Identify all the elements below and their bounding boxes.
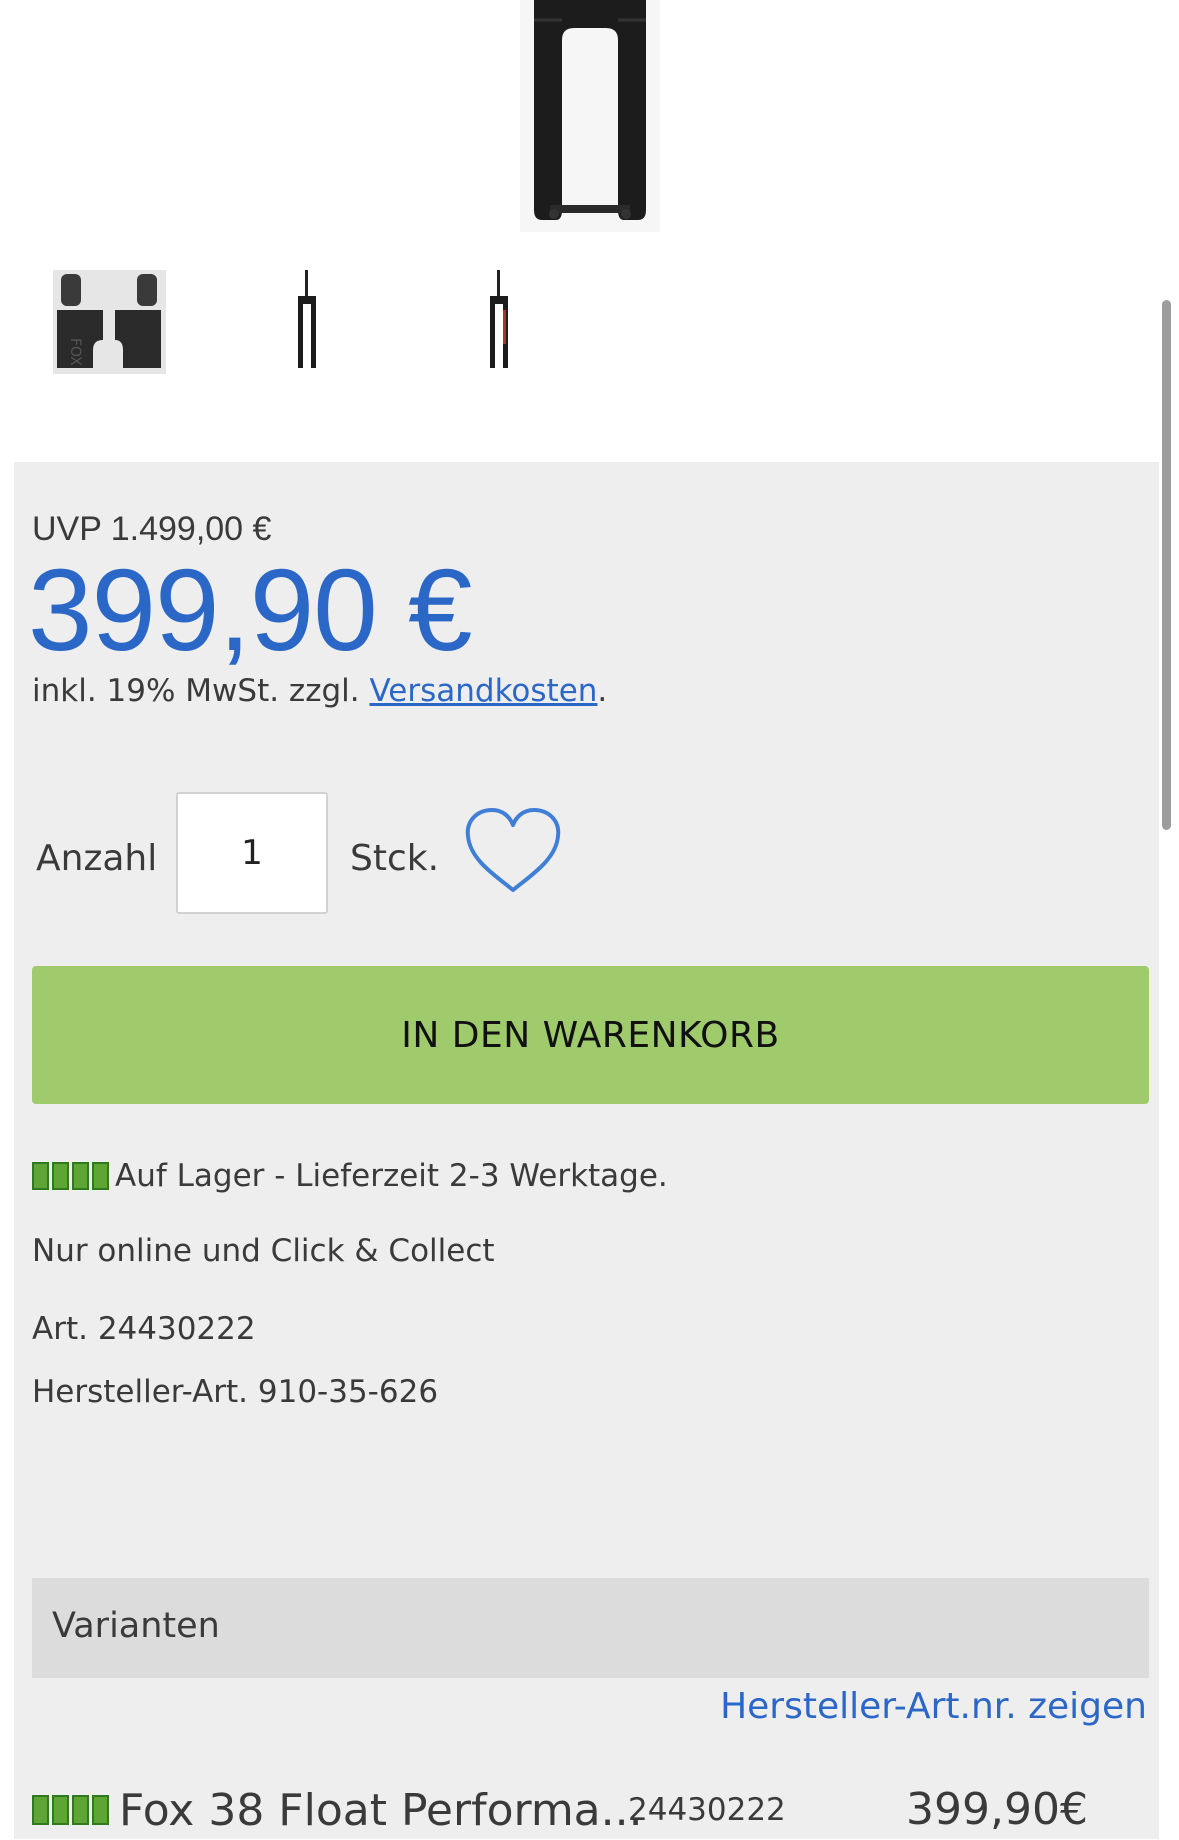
show-manufacturer-article-link[interactable]: Hersteller-Art.nr. zeigen <box>720 1686 1147 1727</box>
product-gallery: FOX <box>0 0 1179 462</box>
quantity-input[interactable] <box>176 792 328 914</box>
scrollbar[interactable] <box>1162 300 1171 830</box>
stock-status: Auf Lager - Lieferzeit 2-3 Werktage. <box>32 1158 668 1194</box>
suspension-fork-image[interactable] <box>520 0 660 232</box>
manufacturer-article-number: Hersteller-Art. 910-35-626 <box>32 1374 439 1410</box>
stock-bar <box>92 1795 109 1825</box>
uvp-price: UVP 1.499,00 € <box>32 510 272 548</box>
quantity-unit: Stck. <box>350 838 440 879</box>
heart-icon[interactable] <box>462 806 564 896</box>
stock-text: Auf Lager - Lieferzeit 2-3 Werktage. <box>115 1158 668 1194</box>
variant-article: 24430222 <box>628 1792 786 1828</box>
thumbnail-fork-red-accent[interactable] <box>484 270 514 374</box>
stock-bar <box>52 1795 69 1825</box>
shipping-cost-link[interactable]: Versandkosten <box>369 673 597 709</box>
thumbnail-decal-set[interactable]: FOX <box>53 270 166 374</box>
stock-bar <box>72 1162 89 1190</box>
stock-bar <box>92 1162 109 1190</box>
thumbnail-fork-black[interactable] <box>292 270 322 374</box>
stock-bar <box>32 1162 49 1190</box>
variant-stock-indicator <box>32 1795 109 1825</box>
stock-level-indicator <box>32 1162 109 1190</box>
article-number: Art. 24430222 <box>32 1311 256 1347</box>
add-to-cart-button[interactable]: IN DEN WARENKORB <box>32 966 1149 1104</box>
svg-text:FOX: FOX <box>67 338 83 366</box>
tax-info: inkl. 19% MwSt. zzgl. Versandkosten. <box>32 673 607 709</box>
quantity-label: Anzahl <box>36 838 158 879</box>
variant-row[interactable]: Fox 38 Float Performa... 24430222 399,90… <box>32 1780 1149 1840</box>
variants-title: Varianten <box>52 1606 220 1646</box>
stock-bar <box>72 1795 89 1825</box>
product-price: 399,90 € <box>28 545 473 675</box>
tax-text: inkl. 19% MwSt. zzgl. <box>32 673 370 709</box>
tax-suffix: . <box>597 673 608 709</box>
channel-info: Nur online und Click & Collect <box>32 1233 495 1269</box>
variant-name: Fox 38 Float Performa... <box>119 1784 643 1836</box>
variant-price: 399,90€ <box>906 1784 1088 1835</box>
stock-bar <box>32 1795 49 1825</box>
stock-bar <box>52 1162 69 1190</box>
